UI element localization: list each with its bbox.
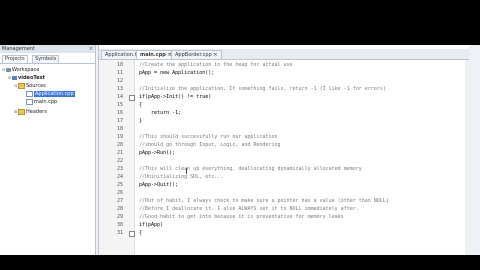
management-panel: Management × Projects Symbols ⊟ Workspace… [0, 45, 96, 255]
code-line: pApp->Quit(); [139, 182, 179, 188]
tab-label: main.cpp [140, 52, 166, 58]
tree-node-workspace[interactable]: ⊟ Workspace [2, 66, 39, 74]
workspace-icon [6, 67, 11, 72]
editor-tabs: Application.h × main.cpp × AppBorder.cpp… [99, 49, 469, 60]
tab-main-cpp[interactable]: main.cpp × [136, 50, 176, 59]
close-icon[interactable]: × [213, 52, 217, 58]
fold-toggle-icon[interactable] [129, 95, 135, 101]
cpp-file-icon [26, 90, 33, 97]
code-line: return -1; [139, 110, 182, 116]
code-line: //Good habit to get into because it is p… [139, 214, 344, 220]
code-line: if(pApp->Init() != true) [139, 94, 212, 100]
tree-label: videoTest [18, 75, 45, 81]
ide-window: Management × Projects Symbols ⊟ Workspace… [0, 45, 480, 255]
line-number: 19 [116, 134, 123, 140]
code-line: //should go through Input, Logic, and Re… [139, 142, 281, 148]
tab-label: AppBorder.cpp [175, 52, 212, 58]
line-number: 24 [116, 174, 123, 180]
tree-node-headers[interactable]: ⊞ Headers [14, 108, 47, 116]
tab-symbols[interactable]: Symbols [32, 55, 60, 63]
project-icon [12, 75, 17, 80]
code-line: if(pApp) [139, 222, 164, 228]
line-number: 31 [116, 230, 123, 236]
tree-label: Workspace [12, 67, 40, 73]
tree-label: Sources [26, 83, 46, 89]
line-number: 11 [116, 70, 123, 76]
line-number: 28 [116, 206, 123, 212]
tab-label: Application.h [105, 52, 138, 58]
close-icon[interactable]: × [87, 45, 93, 53]
code-line: } [139, 118, 143, 124]
tree-node-sources[interactable]: ⊟ Sources [14, 82, 46, 90]
right-side-panel [469, 45, 480, 255]
tree-label: main.cpp [34, 99, 58, 105]
tab-appborder-cpp[interactable]: AppBorder.cpp × [171, 50, 222, 59]
tree-node-main-cpp[interactable]: main.cpp [26, 98, 57, 106]
tree-label: Headers [26, 109, 47, 115]
code-line: pApp = new Application(); [139, 70, 215, 76]
line-number: 13 [116, 86, 123, 92]
management-tabs: Projects Symbols [0, 54, 95, 64]
line-number: 23 [116, 166, 123, 172]
line-number: 17 [116, 118, 123, 124]
cpp-file-icon [26, 98, 33, 105]
folder-icon [18, 82, 25, 89]
line-number-gutter: 10 11 12 13 14 15 16 17 18 19 20 21 22 2… [99, 60, 135, 255]
code-line: //Initialize the application. If somethi… [139, 86, 386, 92]
code-text-area[interactable]: //Create the application in the heap for… [139, 60, 464, 255]
code-line: { [139, 102, 143, 108]
line-number: 10 [116, 62, 123, 68]
line-number: 16 [116, 110, 123, 116]
line-number: 14 [116, 94, 123, 100]
tree-label: Application.cpp [34, 91, 75, 97]
line-number: 20 [116, 142, 123, 148]
code-line: { [139, 230, 143, 236]
line-number: 22 [116, 158, 123, 164]
line-number: 26 [116, 190, 123, 196]
video-frame: Management × Projects Symbols ⊟ Workspace… [0, 0, 480, 270]
code-line: //Create the application in the heap for… [139, 62, 293, 68]
line-number: 15 [116, 102, 123, 108]
fold-toggle-icon[interactable] [129, 231, 135, 237]
line-number: 18 [116, 126, 123, 132]
code-line: //This should successfully run our appli… [139, 134, 278, 140]
line-number: 29 [116, 214, 123, 220]
code-editor: Application.h × main.cpp × AppBorder.cpp… [98, 45, 469, 255]
line-number: 30 [116, 222, 123, 228]
folder-icon [18, 108, 25, 115]
management-title-bar: Management × [0, 45, 95, 53]
management-title: Management [2, 46, 35, 52]
tab-projects[interactable]: Projects [2, 55, 28, 63]
code-line: //This will clean up everything, dealloc… [139, 166, 362, 172]
line-number: 25 [116, 182, 123, 188]
tree-node-application-cpp[interactable]: Application.cpp [26, 90, 75, 98]
tree-node-project[interactable]: ⊟ videoTest [8, 74, 45, 82]
text-cursor-icon [186, 168, 187, 174]
code-line: //Uninitializing SDL, etc... [139, 174, 224, 180]
code-line: //Out of habit, I always check to make s… [139, 198, 389, 204]
code-line: //Before I deallocate it. I also ALWAYS … [139, 206, 359, 212]
line-number: 27 [116, 198, 123, 204]
code-line: pApp->Run(); [139, 150, 176, 156]
line-number: 21 [116, 150, 123, 156]
line-number: 12 [116, 78, 123, 84]
